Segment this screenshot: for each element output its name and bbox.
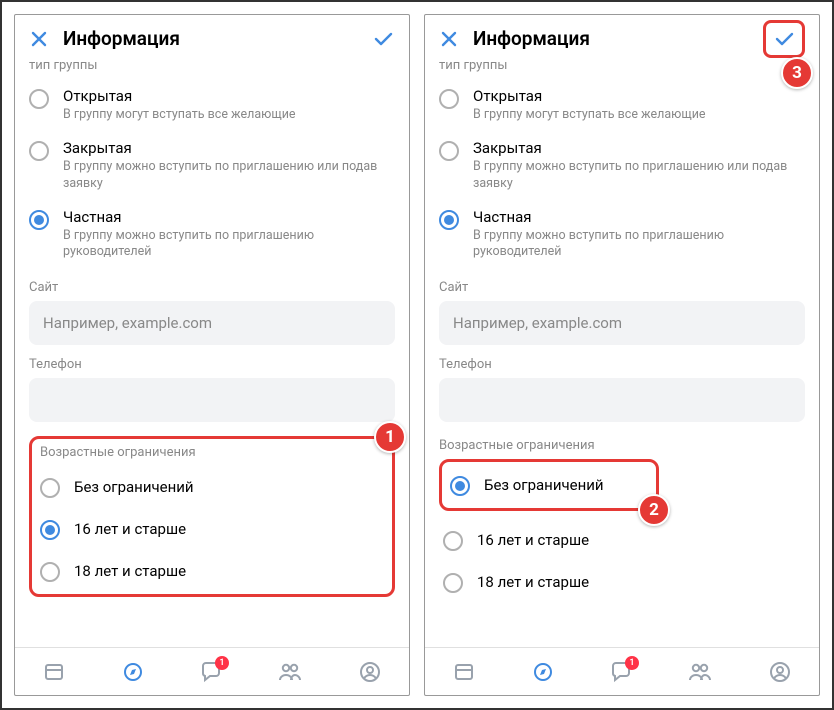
nav-profile-icon[interactable] <box>358 660 382 684</box>
close-icon[interactable] <box>29 29 49 49</box>
site-input[interactable]: Например, example.com <box>29 301 395 345</box>
radio-icon <box>439 210 459 230</box>
site-label: Сайт <box>29 280 395 295</box>
radio-icon <box>29 89 49 109</box>
age-option-18[interactable]: 18 лет и старше <box>36 550 388 592</box>
badge: 1 <box>215 656 229 670</box>
radio-icon <box>29 141 49 161</box>
nav-friends-icon[interactable] <box>687 660 713 684</box>
bottom-nav: 1 <box>15 647 409 695</box>
page-title: Информация <box>473 27 590 50</box>
group-type-label: тип группы <box>439 62 805 73</box>
step-marker-2: 2 <box>638 494 670 526</box>
radio-icon <box>443 531 463 551</box>
nav-feed-icon[interactable] <box>42 660 66 684</box>
nav-feed-icon[interactable] <box>452 660 476 684</box>
nav-discover-icon[interactable] <box>121 660 145 684</box>
radio-icon <box>439 141 459 161</box>
nav-discover-icon[interactable] <box>531 660 555 684</box>
age-option-none[interactable]: Без ограничений <box>446 464 652 506</box>
radio-icon <box>450 476 470 496</box>
site-input[interactable]: Например, example.com <box>439 301 805 345</box>
step-marker-3: 3 <box>781 57 813 89</box>
bottom-nav: 1 <box>425 647 819 695</box>
group-type-private[interactable]: Частная В группу можно вступить по пригл… <box>29 200 395 269</box>
age-option-none[interactable]: Без ограничений <box>36 466 388 508</box>
screen-left: Информация тип группы Открытая В группу … <box>14 14 410 696</box>
phone-label: Телефон <box>29 357 395 372</box>
group-type-closed[interactable]: Закрытая В группу можно вступить по приг… <box>29 131 395 200</box>
phone-input[interactable] <box>439 378 805 422</box>
group-type-private[interactable]: Частная В группу можно вступить по пригл… <box>439 200 805 269</box>
nav-friends-icon[interactable] <box>277 660 303 684</box>
nav-profile-icon[interactable] <box>768 660 792 684</box>
group-type-label: тип группы <box>29 62 395 73</box>
age-label: Возрастные ограничения <box>40 445 388 460</box>
phone-label: Телефон <box>439 357 805 372</box>
group-type-closed[interactable]: Закрытая В группу можно вступить по приг… <box>439 131 805 200</box>
step-marker-1: 1 <box>374 421 406 453</box>
confirm-icon[interactable] <box>763 20 805 58</box>
age-option-16[interactable]: 16 лет и старше <box>36 508 388 550</box>
badge: 1 <box>625 656 639 670</box>
radio-icon <box>29 210 49 230</box>
radio-icon <box>40 520 60 540</box>
header: Информация 3 <box>425 15 819 62</box>
radio-icon <box>40 478 60 498</box>
phone-input[interactable] <box>29 378 395 422</box>
age-option-18[interactable]: 18 лет и старше <box>439 561 805 603</box>
page-title: Информация <box>63 27 180 50</box>
nav-messages-icon[interactable]: 1 <box>609 660 633 684</box>
highlight-age-none: 2 Без ограничений <box>439 459 659 511</box>
group-type-open[interactable]: Открытая В группу могут вступать все жел… <box>29 79 395 131</box>
radio-icon <box>439 89 459 109</box>
highlight-age-section: 1 Возрастные ограничения Без ограничений… <box>29 436 395 597</box>
age-option-16[interactable]: 16 лет и старше <box>439 519 805 561</box>
header: Информация <box>15 15 409 62</box>
group-type-open[interactable]: Открытая В группу могут вступать все жел… <box>439 79 805 131</box>
close-icon[interactable] <box>439 29 459 49</box>
site-label: Сайт <box>439 280 805 295</box>
screen-right: Информация 3 тип группы Открытая В групп… <box>424 14 820 696</box>
age-label: Возрастные ограничения <box>439 438 805 453</box>
nav-messages-icon[interactable]: 1 <box>199 660 223 684</box>
confirm-icon[interactable] <box>371 27 395 51</box>
radio-icon <box>40 562 60 582</box>
radio-icon <box>443 573 463 593</box>
